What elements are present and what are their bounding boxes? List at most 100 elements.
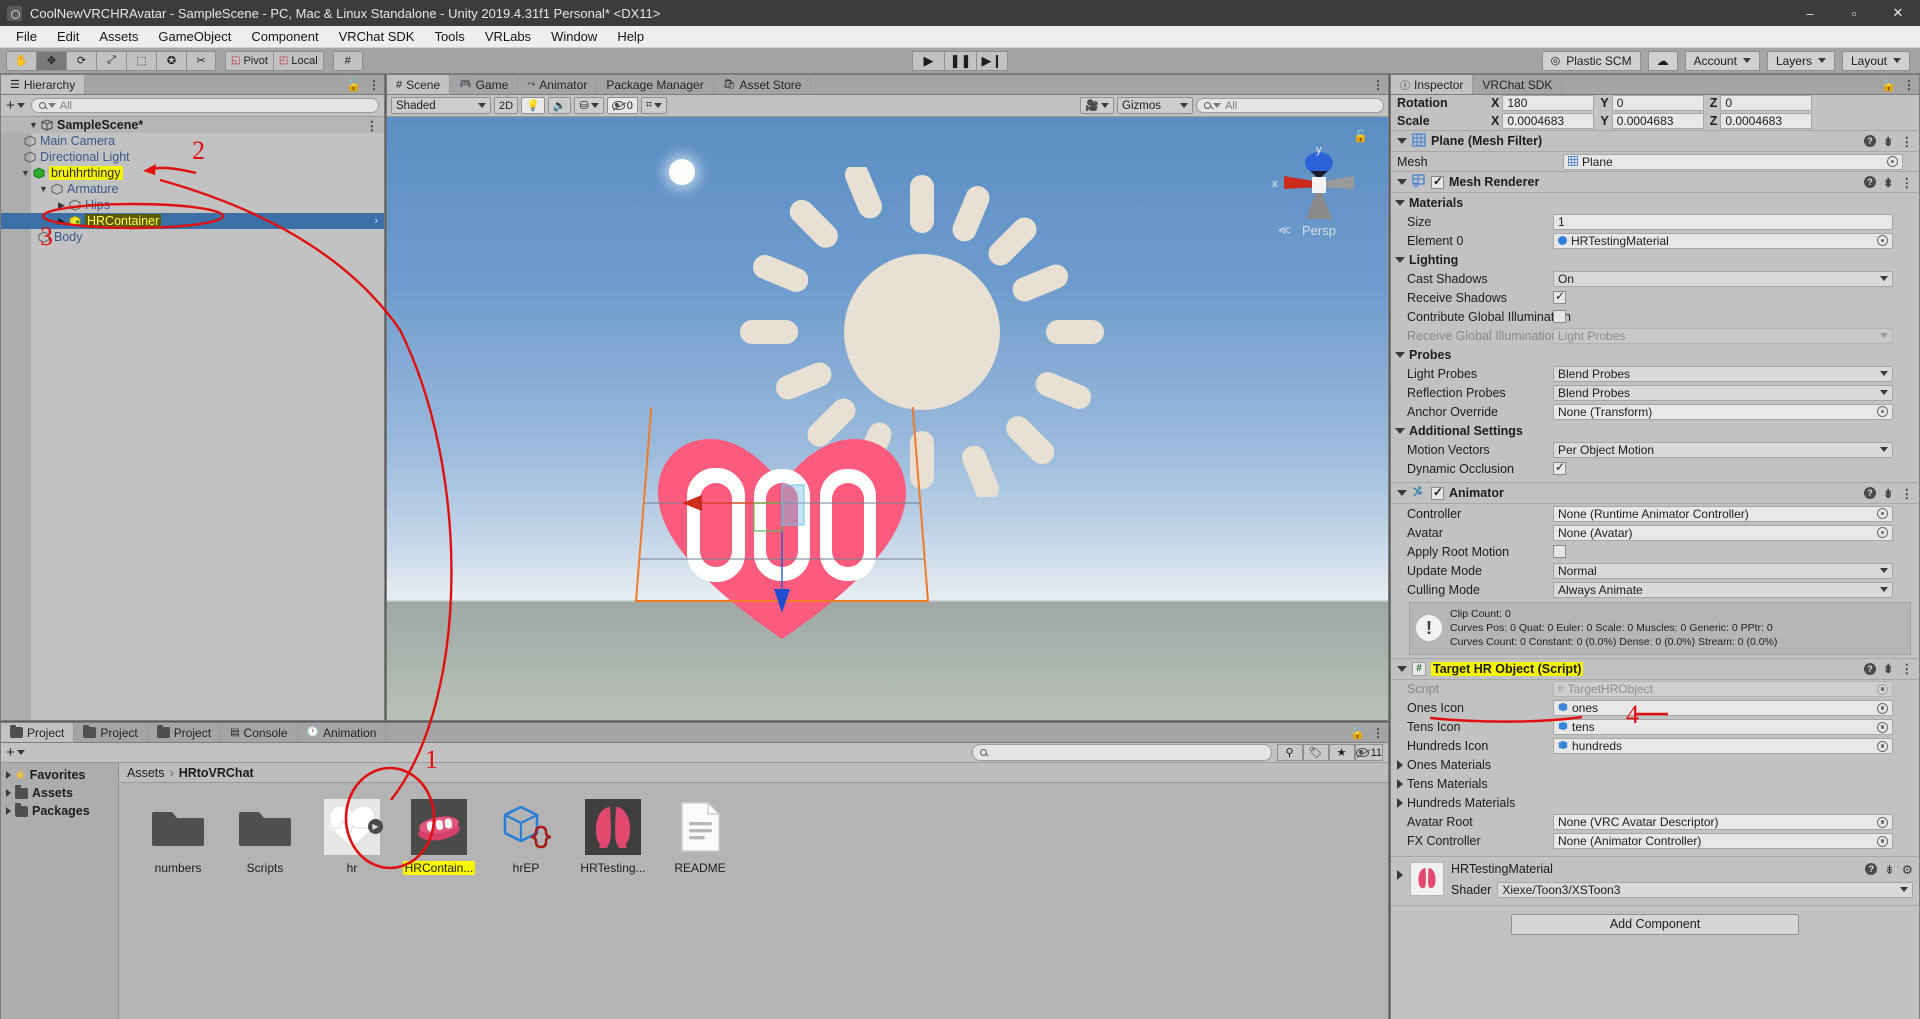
scene-lighting-icon[interactable]: 💡	[521, 97, 545, 114]
expand-toggle[interactable]	[6, 789, 11, 797]
object-picker-icon[interactable]	[1887, 156, 1898, 167]
account-dropdown[interactable]: Account	[1684, 50, 1760, 71]
scale-z-field[interactable]: 0.0004683	[1720, 112, 1813, 129]
dynamic-occlusion-checkbox[interactable]	[1553, 460, 1566, 475]
component-menu-icon[interactable]: ⋮	[1901, 175, 1914, 190]
filter-by-type-icon[interactable]: ⚲	[1276, 744, 1303, 761]
add-component-button[interactable]: Add Component	[1511, 913, 1799, 935]
mesh-filter-header[interactable]: Plane (Mesh Filter) ? ⇟ ⋮	[1391, 130, 1919, 152]
update-mode-dropdown[interactable]: Normal	[1553, 562, 1893, 579]
help-icon[interactable]: ?	[1864, 662, 1877, 675]
toggle-2d-button[interactable]: 2D	[494, 97, 519, 114]
collapse-toggle[interactable]	[1397, 490, 1407, 496]
fx-controller-field[interactable]: None (Animator Controller)	[1553, 833, 1893, 850]
cloud-button[interactable]: ☁	[1647, 50, 1678, 71]
layout-dropdown[interactable]: Layout	[1841, 50, 1910, 71]
step-button[interactable]: ▶❙	[976, 50, 1008, 71]
scale-y-field[interactable]: 0.0004683	[1611, 112, 1704, 129]
sidebar-item-packages[interactable]: Packages	[1, 802, 118, 820]
expand-toggle[interactable]: ▼	[19, 168, 32, 178]
tab-inspector[interactable]: ⓘ Inspector	[1391, 75, 1474, 94]
play-button[interactable]: ▶	[912, 50, 944, 71]
collapse-toggle[interactable]	[1395, 199, 1405, 206]
asset-item-numbers[interactable]: numbers	[137, 799, 219, 875]
chevron-right-icon[interactable]: ›	[374, 215, 378, 227]
preset-icon[interactable]: ⇟	[1883, 661, 1893, 676]
help-icon[interactable]: ?	[1864, 176, 1877, 188]
preset-icon[interactable]: ⇟	[1884, 862, 1894, 877]
menu-help[interactable]: Help	[607, 27, 654, 46]
scene-fx-icon[interactable]: ⛁	[574, 97, 604, 114]
move-tool-icon[interactable]: ✥	[36, 50, 66, 71]
menu-vrchat-sdk[interactable]: VRChat SDK	[329, 27, 425, 46]
anchor-override-field[interactable]: None (Transform)	[1553, 403, 1893, 420]
custom-tool-icon[interactable]: ✂	[186, 50, 216, 71]
animator-enabled-checkbox[interactable]	[1431, 485, 1444, 500]
tens-materials-fold[interactable]: Tens Materials	[1391, 775, 1919, 794]
object-picker-icon[interactable]	[1877, 816, 1888, 828]
expand-toggle[interactable]	[1397, 798, 1403, 809]
materials-size-field[interactable]: 1	[1553, 213, 1893, 230]
animator-avatar-field[interactable]: None (Avatar)	[1553, 524, 1893, 541]
lock-icon[interactable]: 🔓	[1350, 727, 1365, 739]
scene-grid-icon[interactable]: ⌗	[640, 97, 668, 114]
hierarchy-row-scene[interactable]: ▼ SampleScene* ⋮	[1, 117, 384, 133]
menu-tools[interactable]: Tools	[424, 27, 474, 46]
project-menu-icon[interactable]: ⋮	[1372, 727, 1384, 739]
mesh-renderer-header[interactable]: Mesh Renderer ? ⇟ ⋮	[1391, 171, 1919, 193]
expand-toggle[interactable]	[1397, 760, 1403, 771]
preset-icon[interactable]: ⇟	[1883, 486, 1893, 501]
tab-animator[interactable]: ⤳ Animator	[518, 75, 598, 94]
gizmos-dropdown[interactable]: Gizmos	[1117, 97, 1193, 114]
menu-vrlabs[interactable]: VRLabs	[475, 27, 541, 46]
object-picker-icon[interactable]	[1877, 721, 1888, 733]
asset-item-hr[interactable]: ▶ hr	[311, 799, 393, 875]
lock-icon[interactable]: 🔓	[1881, 79, 1896, 91]
heart-display-object[interactable]	[622, 407, 942, 642]
hierarchy-row-main-camera[interactable]: Main Camera	[1, 133, 384, 149]
scene-menu-icon[interactable]: ⋮	[366, 118, 379, 133]
lock-icon[interactable]: 🔓	[346, 79, 361, 91]
hierarchy-row-directional-light[interactable]: Directional Light	[1, 149, 384, 165]
target-hr-object-header[interactable]: # Target HR Object (Script) ? ⇟ ⋮	[1391, 657, 1919, 680]
asset-item-hrcontainer[interactable]: HRContain...	[398, 799, 480, 875]
component-menu-icon[interactable]: ⋮	[1901, 134, 1914, 149]
materials-fold[interactable]: Materials	[1391, 193, 1919, 212]
tab-project-1[interactable]: Project	[1, 723, 75, 742]
rotation-z-field[interactable]: 0	[1720, 95, 1813, 111]
object-picker-icon[interactable]	[1877, 740, 1888, 752]
expand-toggle[interactable]	[1397, 869, 1403, 880]
asset-item-hrtestingmaterial[interactable]: HRTesting...	[572, 799, 654, 875]
pivot-toggle[interactable]: ◱ Pivot	[225, 50, 273, 71]
expand-toggle[interactable]	[6, 771, 11, 779]
motion-vectors-dropdown[interactable]: Per Object Motion	[1553, 441, 1893, 458]
additional-settings-fold[interactable]: Additional Settings	[1391, 421, 1919, 440]
hierarchy-search-input[interactable]: All	[30, 98, 379, 113]
grid-snapping-icon[interactable]: #	[332, 50, 363, 71]
contribute-gi-checkbox[interactable]	[1553, 310, 1566, 323]
tab-vrchat-sdk[interactable]: VRChat SDK	[1473, 75, 1563, 94]
lock-icon[interactable]: 🔓	[1353, 129, 1368, 143]
scene-visibility-toggle[interactable]: 0	[606, 97, 638, 114]
expand-toggle[interactable]	[6, 807, 11, 815]
transform-tool-icon[interactable]: ✪	[156, 50, 186, 71]
scene-audio-icon[interactable]: 🔊	[547, 97, 572, 114]
object-picker-icon[interactable]	[1877, 235, 1888, 246]
tab-project-3[interactable]: Project	[148, 723, 222, 742]
collapse-toggle[interactable]	[1397, 179, 1407, 185]
scale-x-field[interactable]: 0.0004683	[1502, 112, 1595, 129]
object-picker-icon[interactable]	[1877, 527, 1888, 538]
light-probes-dropdown[interactable]: Blend Probes	[1553, 365, 1893, 382]
maximize-button[interactable]: ▫	[1832, 0, 1876, 26]
object-picker-icon[interactable]	[1877, 835, 1888, 847]
breadcrumb-hrtovrchat[interactable]: HRtoVRChat	[179, 766, 254, 780]
asset-item-readme[interactable]: README	[659, 799, 741, 875]
preset-icon[interactable]: ⇟	[1883, 134, 1893, 149]
close-button[interactable]: ✕	[1876, 0, 1920, 26]
avatar-root-field[interactable]: None (VRC Avatar Descriptor)	[1553, 814, 1893, 831]
object-picker-icon[interactable]	[1877, 508, 1888, 519]
menu-component[interactable]: Component	[241, 27, 328, 46]
ones-materials-fold[interactable]: Ones Materials	[1391, 756, 1919, 775]
filter-by-label-icon[interactable]: 🏷	[1302, 744, 1329, 761]
component-menu-icon[interactable]: ⋮	[1901, 661, 1914, 676]
